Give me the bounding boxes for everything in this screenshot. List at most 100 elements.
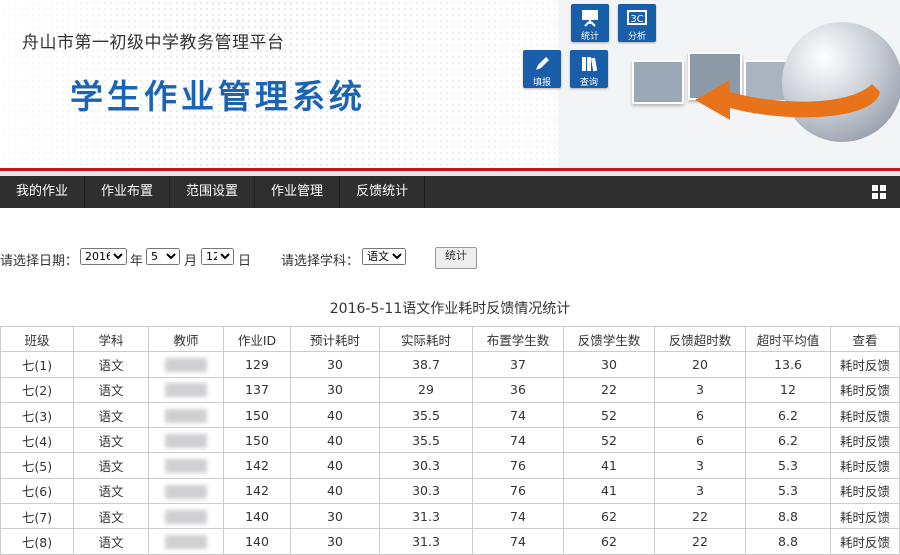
cell-overtime-average: 13.6 xyxy=(745,351,831,378)
cell-teacher xyxy=(148,503,224,530)
redacted-teacher-name xyxy=(165,383,207,398)
cell-feedback-students: 62 xyxy=(563,528,655,555)
cell-overtime-count: 3 xyxy=(654,452,746,479)
query-quick-label: 查询 xyxy=(579,78,598,88)
query-quick-button[interactable]: 查询 xyxy=(570,50,608,88)
cell-overtime-count: 6 xyxy=(654,401,746,429)
cell-actual-time: 29 xyxy=(379,376,473,403)
cell-overtime-count: 22 xyxy=(654,503,746,530)
month-unit: 月 xyxy=(184,254,198,269)
subject-select[interactable]: 语文 xyxy=(362,248,406,265)
cell-homework-id: 150 xyxy=(223,401,291,429)
cell-subject: 语文 xyxy=(73,503,149,530)
redacted-teacher-name xyxy=(165,459,207,474)
cell-teacher xyxy=(148,376,224,403)
table-row: 七(2) 语文 137 30 29 36 22 3 12 耗时反馈 xyxy=(0,376,900,403)
orange-arrow-graphic xyxy=(695,80,880,120)
cell-class: 七(1) xyxy=(0,351,74,378)
cell-estimated-time: 30 xyxy=(290,503,380,530)
stats-quick-button[interactable]: 统计 xyxy=(571,4,609,42)
cell-assigned-students: 74 xyxy=(472,528,564,555)
table-row: 七(7) 语文 140 30 31.3 74 62 22 8.8 耗时反馈 xyxy=(0,503,900,530)
year-select[interactable]: 2016 xyxy=(80,248,127,265)
cell-subject: 语文 xyxy=(73,351,149,378)
day-select[interactable]: 12 xyxy=(201,248,234,265)
cell-subject: 语文 xyxy=(73,528,149,555)
fill-report-quick-button[interactable]: 填报 xyxy=(523,50,561,88)
cell-actual-time: 30.3 xyxy=(379,477,473,505)
stats-quick-label: 统计 xyxy=(580,32,599,42)
school-name: 舟山市第一初级中学教务管理平台 xyxy=(22,33,285,53)
grid-icon[interactable] xyxy=(872,185,886,199)
view-link[interactable]: 耗时反馈 xyxy=(830,528,900,555)
cell-class: 七(3) xyxy=(0,401,74,429)
cell-homework-id: 140 xyxy=(223,528,291,555)
cell-assigned-students: 37 xyxy=(472,351,564,378)
col-subject: 学科 xyxy=(73,325,149,353)
table-row: 七(5) 语文 142 40 30.3 76 41 3 5.3 耗时反馈 xyxy=(0,452,900,479)
cell-assigned-students: 76 xyxy=(472,452,564,479)
cell-feedback-students: 41 xyxy=(563,477,655,505)
table-row: 七(8) 语文 140 30 31.3 74 62 22 8.8 耗时反馈 xyxy=(0,528,900,555)
cell-class: 七(5) xyxy=(0,452,74,479)
submit-stats-button[interactable]: 统计 xyxy=(435,247,477,269)
cell-class: 七(6) xyxy=(0,477,74,505)
analysis-icon: 3C xyxy=(627,10,647,25)
redacted-teacher-name xyxy=(165,535,207,550)
cell-class: 七(4) xyxy=(0,427,74,454)
cell-estimated-time: 40 xyxy=(290,427,380,454)
redacted-teacher-name xyxy=(165,509,207,524)
col-overtime-average: 超时平均值 xyxy=(745,325,831,353)
cell-overtime-count: 22 xyxy=(654,528,746,555)
cell-estimated-time: 30 xyxy=(290,528,380,555)
cell-overtime-average: 6.2 xyxy=(745,401,831,429)
view-link[interactable]: 耗时反馈 xyxy=(830,376,900,403)
month-select[interactable]: 5 xyxy=(146,248,180,265)
view-link[interactable]: 耗时反馈 xyxy=(830,427,900,454)
cell-teacher xyxy=(148,351,224,378)
analysis-quick-label: 分析 xyxy=(627,32,646,42)
cell-teacher xyxy=(148,477,224,505)
cell-assigned-students: 36 xyxy=(472,376,564,403)
col-class: 班级 xyxy=(0,325,74,353)
cell-homework-id: 142 xyxy=(223,477,291,505)
report-title: 2016-5-11语文作业耗时反馈情况统计 xyxy=(329,301,571,317)
view-link[interactable]: 耗时反馈 xyxy=(830,477,900,505)
cell-class: 七(7) xyxy=(0,503,74,530)
cell-subject: 语文 xyxy=(73,376,149,403)
subject-label: 请选择学科： xyxy=(281,254,360,269)
view-link[interactable]: 耗时反馈 xyxy=(830,401,900,429)
nav-homework-management[interactable]: 作业管理 xyxy=(255,176,341,208)
nav-feedback-stats[interactable]: 反馈统计 xyxy=(340,176,426,208)
cell-actual-time: 30.3 xyxy=(379,452,473,479)
cell-homework-id: 140 xyxy=(223,503,291,530)
pencil-icon xyxy=(536,57,549,70)
nav-assign-homework[interactable]: 作业布置 xyxy=(85,176,171,208)
presentation-icon xyxy=(582,10,598,27)
nav-my-homework[interactable]: 我的作业 xyxy=(0,176,86,208)
cell-estimated-time: 40 xyxy=(290,452,380,479)
cell-homework-id: 150 xyxy=(223,427,291,454)
redacted-teacher-name xyxy=(165,358,207,373)
cell-overtime-average: 12 xyxy=(745,376,831,403)
fill-report-quick-label: 填报 xyxy=(532,78,551,88)
cell-overtime-average: 8.8 xyxy=(745,503,831,530)
cell-feedback-students: 62 xyxy=(563,503,655,530)
cell-overtime-average: 6.2 xyxy=(745,427,831,454)
col-estimated-time: 预计耗时 xyxy=(290,325,380,353)
table-header-row: 班级 学科 教师 作业ID 预计耗时 实际耗时 布置学生数 反馈学生数 反馈超时… xyxy=(0,325,900,353)
cell-actual-time: 35.5 xyxy=(379,427,473,454)
header-banner: 舟山市第一初级中学教务管理平台 学生作业管理系统 统计 3C 分析 填报 查询 xyxy=(0,0,900,168)
cell-subject: 语文 xyxy=(73,477,149,505)
cell-assigned-students: 74 xyxy=(472,503,564,530)
nav-scope-settings[interactable]: 范围设置 xyxy=(170,176,256,208)
cell-subject: 语文 xyxy=(73,427,149,454)
redacted-teacher-name xyxy=(165,408,207,423)
view-link[interactable]: 耗时反馈 xyxy=(830,503,900,530)
view-link[interactable]: 耗时反馈 xyxy=(830,452,900,479)
cell-feedback-students: 52 xyxy=(563,427,655,454)
view-link[interactable]: 耗时反馈 xyxy=(830,351,900,378)
analysis-quick-button[interactable]: 3C 分析 xyxy=(618,4,656,42)
cell-teacher xyxy=(148,427,224,454)
cell-overtime-count: 3 xyxy=(654,376,746,403)
